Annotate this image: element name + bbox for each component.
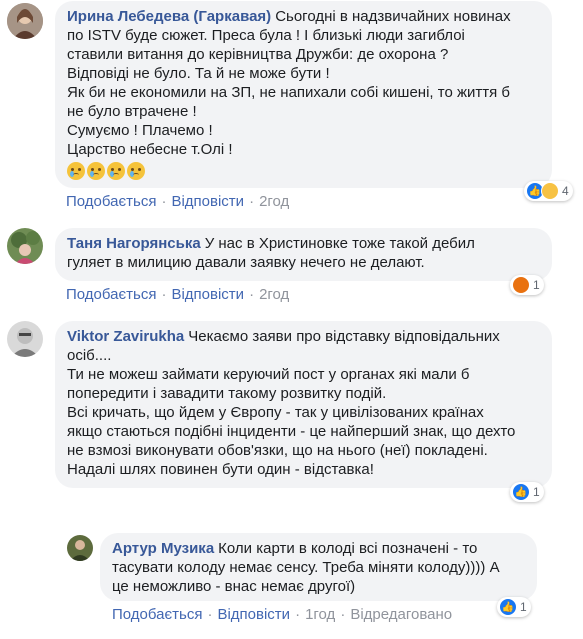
comment-text: Ти не можеш займати керуючий пост у орга… (67, 366, 470, 383)
reaction-summary[interactable]: 1 (510, 275, 544, 295)
comment-text: Коли карти в колоді всі позначені - то (218, 540, 478, 557)
comment-time[interactable]: 2год (259, 193, 289, 210)
avatar[interactable] (7, 228, 43, 264)
avatar-photo-icon (7, 321, 43, 357)
like-icon: 👍 (499, 598, 517, 616)
crying-face-icon (127, 162, 145, 181)
comment-text: Сумуємо ! Плачемо ! (67, 122, 213, 139)
reply-link[interactable]: Відповісти (217, 606, 290, 623)
comment-actions: Подобається · Відповісти · 2год (66, 193, 289, 210)
reply-link[interactable]: Відповісти (171, 193, 244, 210)
comment-text: ставили витання до керівництва Дружби: д… (67, 46, 449, 63)
comment-text: Сьогодні в надзвичайних новинах (275, 8, 511, 25)
crying-face-icon (87, 162, 105, 181)
separator-dot: · (161, 286, 167, 303)
comment-text: якщо стаються подібні інциденти - це най… (67, 423, 516, 440)
separator-dot: · (295, 606, 301, 623)
comment-text: Відповіді не було. Та й не може бути ! (67, 65, 330, 82)
like-link[interactable]: Подобається (112, 606, 202, 623)
reply-bubble: Артур Музика Коли карти в колоді всі позн… (100, 533, 537, 601)
reaction-count: 4 (562, 184, 569, 198)
comment-text: осіб.... (67, 347, 112, 364)
comment-author[interactable]: Ирина Лебедева (Гаркавая) (67, 8, 271, 25)
avatar[interactable] (67, 535, 93, 561)
comment-bubble: Таня Нагорянська У нас в Христиновке тоже… (55, 228, 552, 281)
separator-dot: · (161, 193, 167, 210)
like-link[interactable]: Подобається (66, 193, 156, 210)
reaction-count: 1 (533, 485, 540, 499)
separator-dot: · (207, 606, 213, 623)
comment-text: попередити і завадити такому розвитку по… (67, 385, 387, 402)
comment-text: по ISTV буде сюжет. Преса була ! І близь… (67, 27, 465, 44)
comment-text: Чекаємо заяви про відставку відповідальн… (188, 328, 500, 345)
comment-time[interactable]: 2год (259, 286, 289, 303)
comment-text: гуляет в милицию давали заявку нечего не… (67, 254, 425, 271)
separator-dot: · (249, 193, 255, 210)
avatar-photo-icon (7, 228, 43, 264)
comment-author[interactable]: Viktor Zavirukha (67, 328, 184, 345)
reaction-count: 1 (520, 600, 527, 614)
comment-author[interactable]: Таня Нагорянська (67, 235, 201, 252)
sad-icon (541, 182, 559, 200)
comment-bubble: Ирина Лебедева (Гаркавая) Сьогодні в надз… (55, 1, 552, 188)
reaction-summary[interactable]: 👍 1 (510, 482, 544, 502)
comment-text: Всі кричать, що йдем у Європу - так у ци… (67, 404, 484, 421)
comment-bubble: Viktor Zavirukha Чекаємо заяви про відста… (55, 321, 552, 488)
comment-actions: Подобається · Відповісти · 1год · Відредагован… (112, 606, 452, 623)
reaction-summary[interactable]: 👍 1 (497, 597, 531, 617)
crying-face-icon (107, 162, 125, 181)
comment-text: У нас в Христиновке тоже такой дебил (204, 235, 475, 252)
comment-text: не було втрачене ! (67, 103, 197, 120)
angry-icon (512, 276, 530, 294)
crying-emoji-row (67, 161, 540, 181)
comment-text: це неможливо - внас немає другої) (112, 578, 356, 595)
comment-actions: Подобається · Відповісти · 2год (66, 286, 289, 303)
reply-link[interactable]: Відповісти (171, 286, 244, 303)
comment-author[interactable]: Артур Музика (112, 540, 214, 557)
comment-time[interactable]: 1год (305, 606, 335, 623)
comment-text: тасувати колоду немає сенсу. Треба мінят… (112, 559, 500, 576)
edited-label[interactable]: Відредаговано (350, 606, 452, 623)
avatar-photo-icon (67, 535, 93, 561)
comment-text: Як би не економили на ЗП, не напихали со… (67, 84, 511, 101)
comment-text: Надалі шлях повинен бути один - відставк… (67, 461, 374, 478)
comment-text: Царство небесне т.Олі ! (67, 141, 233, 158)
avatar-photo-icon (7, 3, 43, 39)
crying-face-icon (67, 162, 85, 181)
reaction-count: 1 (533, 278, 540, 292)
reaction-summary[interactable]: 👍 4 (524, 181, 573, 201)
like-link[interactable]: Подобається (66, 286, 156, 303)
avatar[interactable] (7, 321, 43, 357)
like-icon: 👍 (512, 483, 530, 501)
comment-text: не взмозі виконувати обов'язки, що на нь… (67, 442, 488, 459)
separator-dot: · (249, 286, 255, 303)
separator-dot: · (340, 606, 346, 623)
avatar[interactable] (7, 3, 43, 39)
